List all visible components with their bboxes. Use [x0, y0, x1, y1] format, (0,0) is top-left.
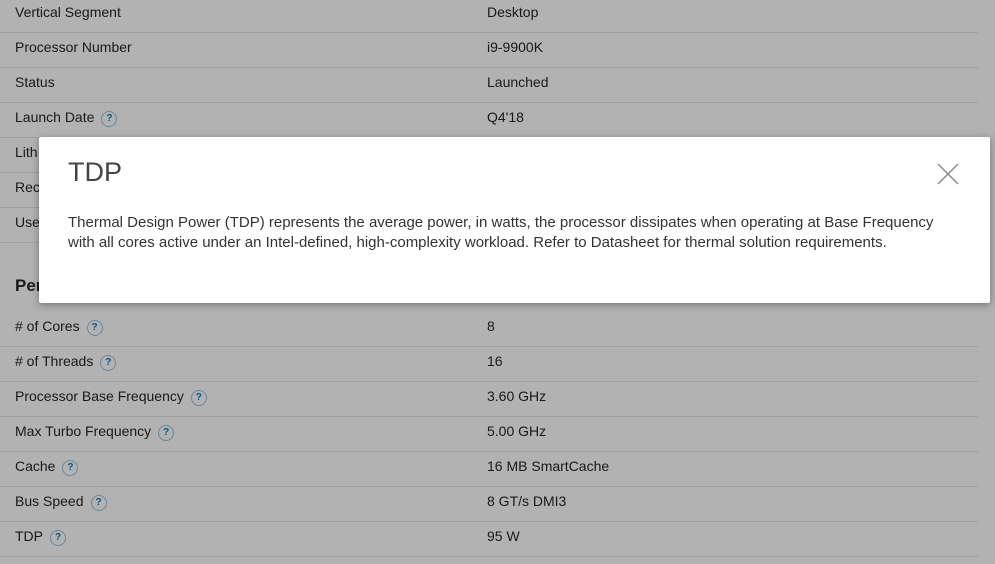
close-icon[interactable]	[936, 162, 960, 186]
modal-body: Thermal Design Power (TDP) represents th…	[68, 214, 934, 251]
tdp-tooltip-modal: TDP Thermal Design Power (TDP) represent…	[39, 137, 990, 303]
modal-title: TDP	[68, 157, 122, 187]
